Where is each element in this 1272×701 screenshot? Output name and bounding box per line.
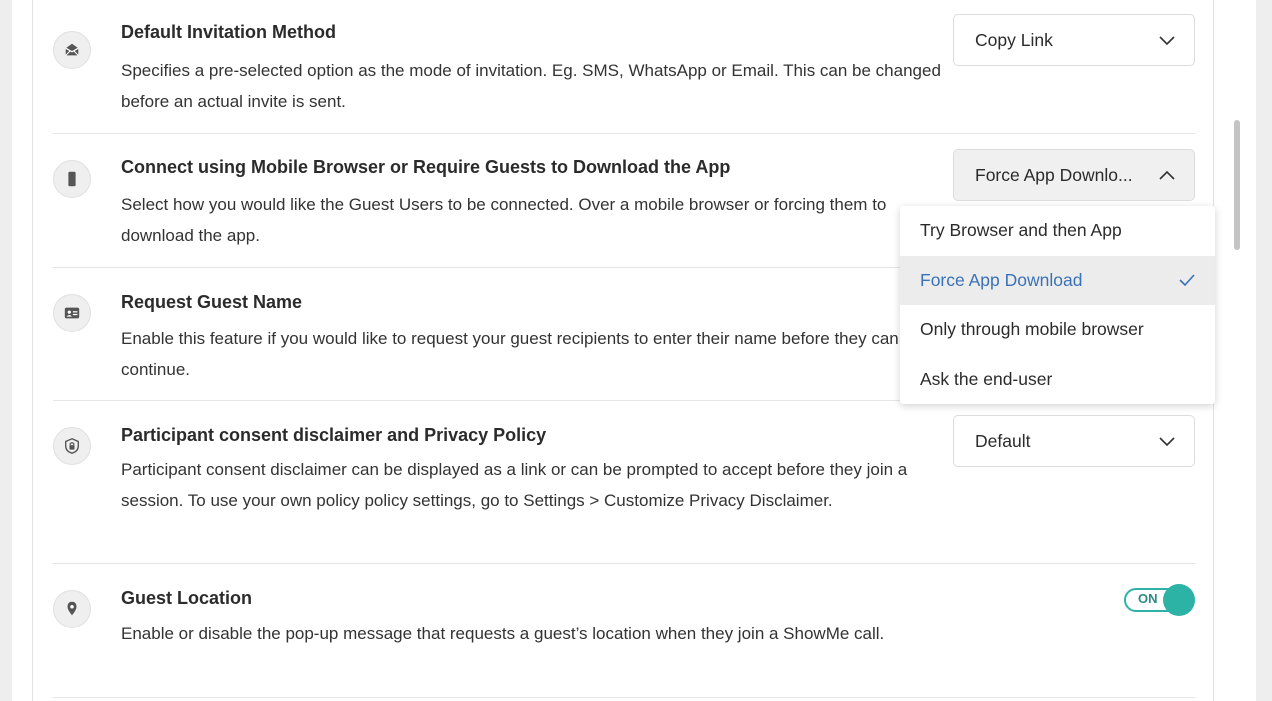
dropdown-option[interactable]: Only through mobile browser	[900, 305, 1215, 355]
vertical-scrollbar[interactable]	[1232, 0, 1242, 701]
setting-description: Select how you would like the Guest User…	[121, 195, 887, 245]
option-label: Force App Download	[920, 269, 1083, 290]
setting-default-invitation-method: Default Invitation Method Specifies a pr…	[53, 0, 1195, 134]
location-pin-icon	[53, 590, 91, 628]
setting-privacy-policy: Participant consent disclaimer and Priva…	[53, 401, 1195, 564]
setting-description: Specifies a pre-selected option as the m…	[121, 61, 941, 111]
setting-title: Participant consent disclaimer and Priva…	[121, 425, 547, 445]
dropdown-option-selected[interactable]: Force App Download	[900, 255, 1215, 305]
connect-method-select[interactable]: Force App Downlo...	[953, 149, 1195, 201]
dropdown-option[interactable]: Ask the end-user	[900, 355, 1215, 405]
select-value: Force App Downlo...	[975, 164, 1133, 185]
chevron-down-icon	[1159, 36, 1175, 46]
chevron-up-icon	[1159, 170, 1175, 180]
guest-location-toggle[interactable]: ON	[1124, 584, 1195, 616]
option-label: Only through mobile browser	[920, 319, 1144, 340]
setting-description: Enable or disable the pop-up message tha…	[121, 624, 885, 643]
mobile-phone-icon	[53, 160, 91, 198]
setting-title: Request Guest Name	[121, 292, 303, 312]
settings-card: Default Invitation Method Specifies a pr…	[32, 0, 1215, 701]
setting-guest-location: Guest Location Enable or disable the pop…	[53, 564, 1195, 698]
id-card-icon	[53, 294, 91, 332]
connect-method-dropdown-menu: Try Browser and then App Force App Downl…	[900, 206, 1215, 404]
toggle-knob	[1163, 584, 1195, 616]
chevron-down-icon	[1159, 437, 1175, 447]
setting-description: Enable this feature if you would like to…	[121, 329, 899, 379]
invitation-method-select[interactable]: Copy Link	[953, 14, 1195, 66]
privacy-policy-select[interactable]: Default	[953, 415, 1195, 467]
toggle-label: ON	[1138, 591, 1158, 606]
select-value: Copy Link	[975, 29, 1053, 50]
select-value: Default	[975, 430, 1031, 451]
setting-title: Default Invitation Method	[121, 22, 336, 42]
checkmark-icon	[1179, 274, 1195, 287]
option-label: Try Browser and then App	[920, 220, 1122, 241]
dropdown-option[interactable]: Try Browser and then App	[900, 206, 1215, 256]
settings-panel: Default Invitation Method Specifies a pr…	[12, 0, 1256, 701]
option-label: Ask the end-user	[920, 368, 1053, 389]
setting-description: Participant consent disclaimer can be di…	[121, 460, 908, 510]
envelope-icon	[53, 31, 91, 69]
setting-title: Connect using Mobile Browser or Require …	[121, 157, 731, 177]
shield-lock-icon	[53, 427, 91, 465]
setting-title: Guest Location	[121, 588, 253, 608]
scrollbar-thumb[interactable]	[1234, 120, 1240, 250]
